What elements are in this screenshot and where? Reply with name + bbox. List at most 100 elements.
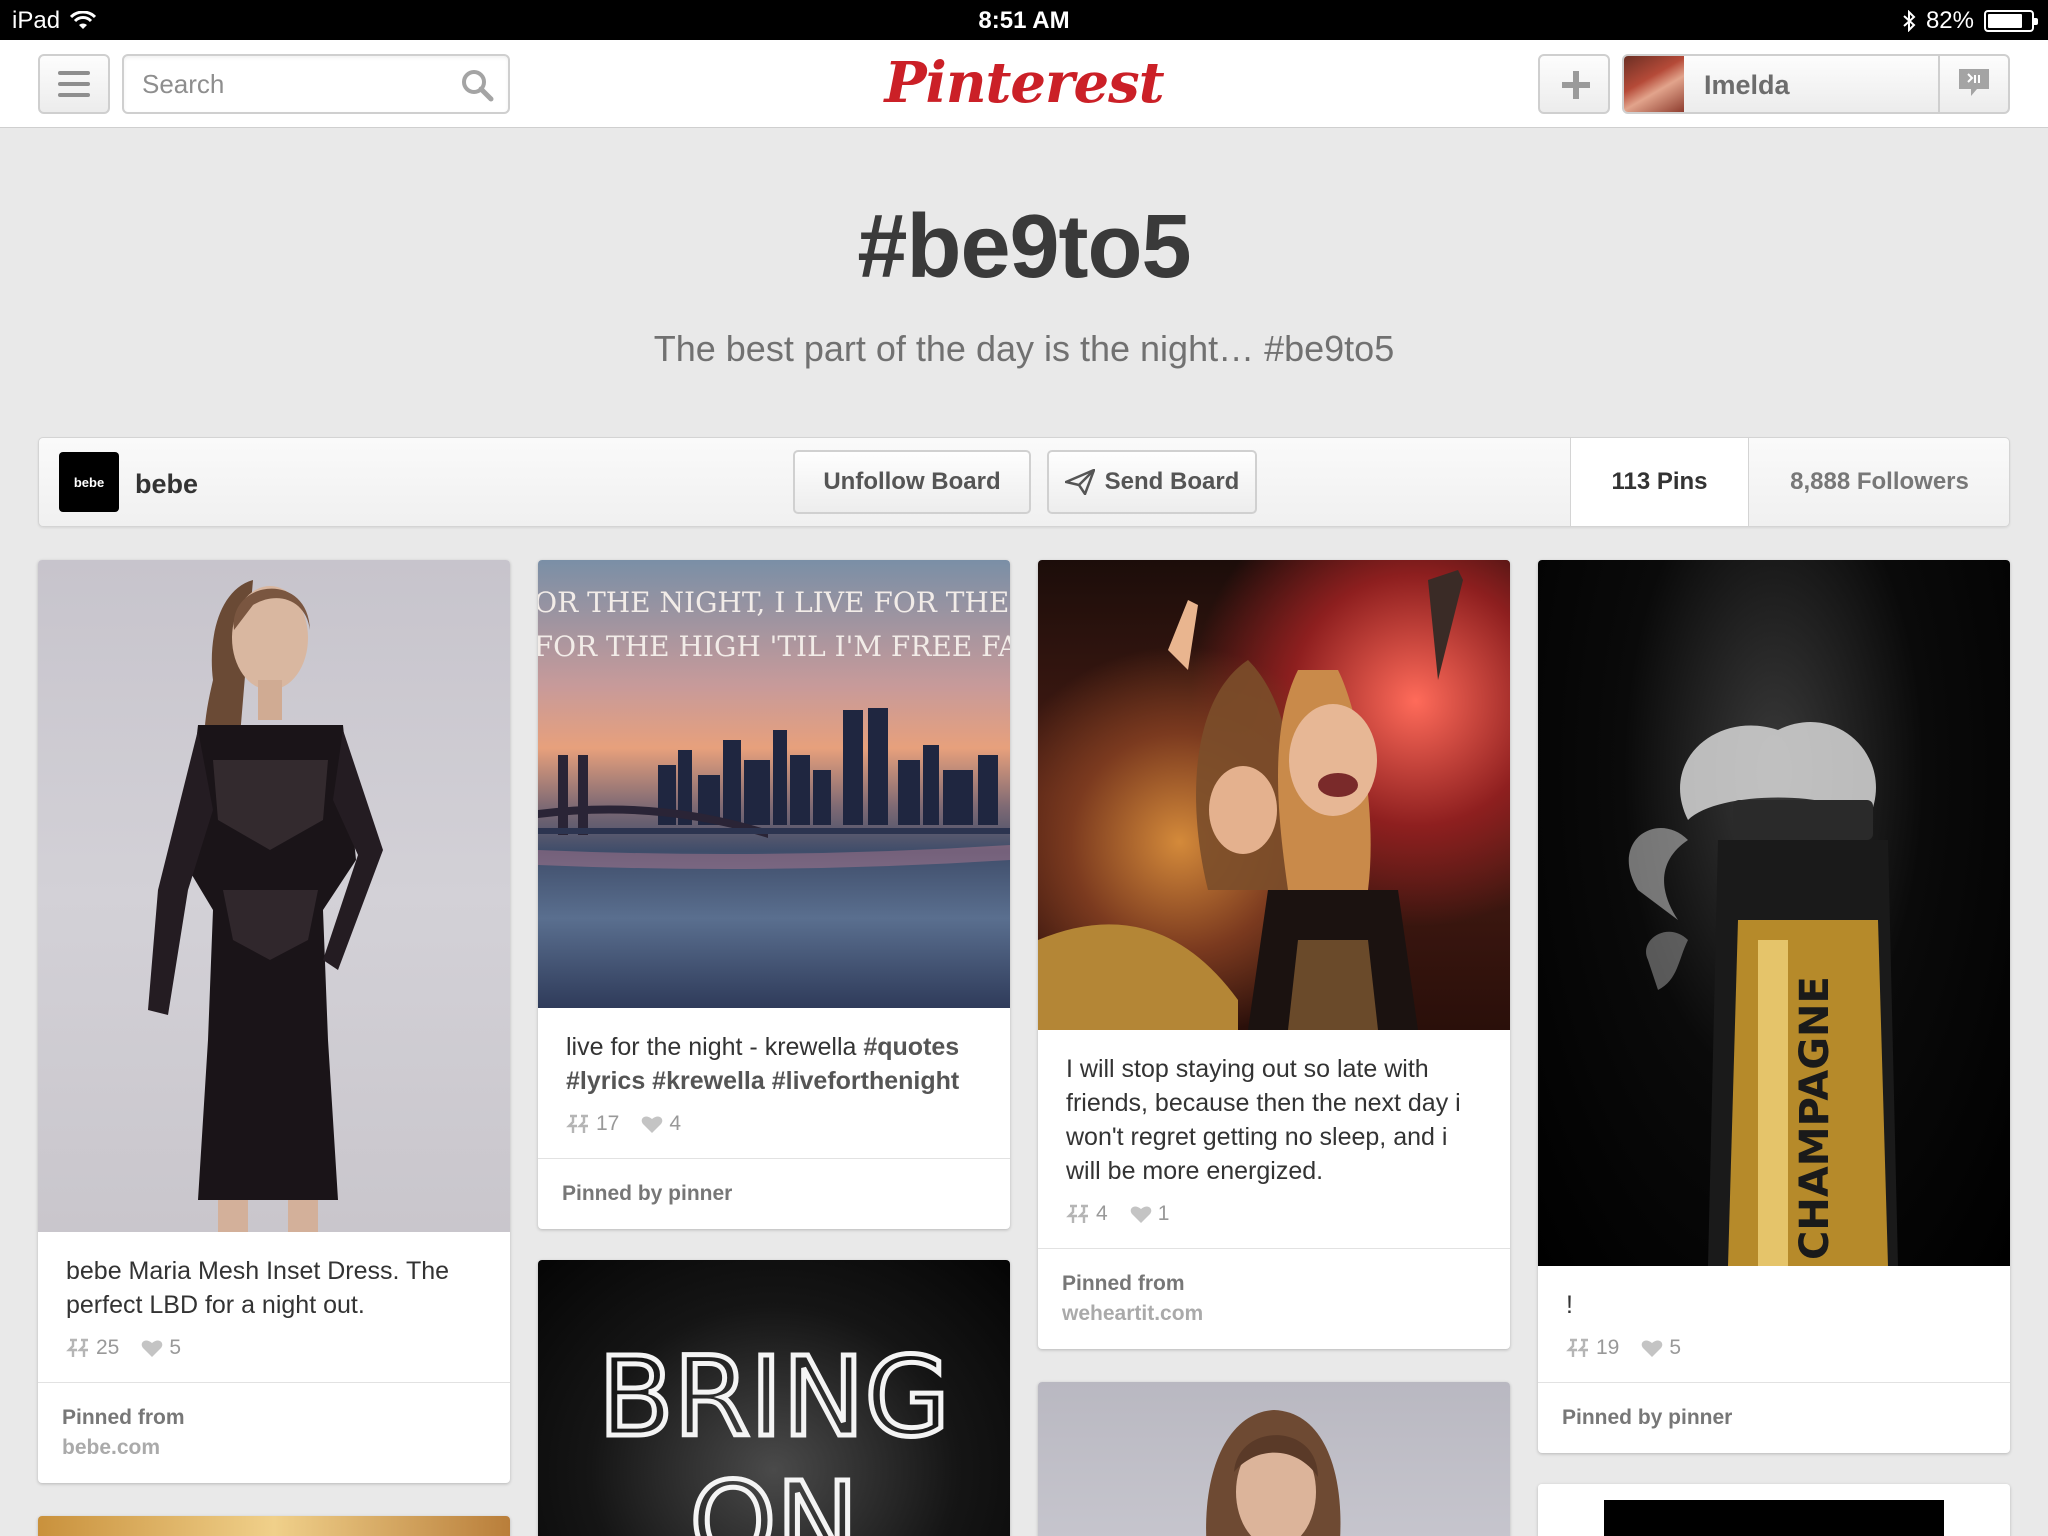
- owner-avatar[interactable]: bebe: [59, 452, 119, 512]
- repin-icon: [66, 1338, 88, 1357]
- heart-icon: [1642, 1340, 1663, 1357]
- repin-number: 19: [1596, 1336, 1620, 1359]
- repin-number: 25: [96, 1336, 120, 1359]
- pin-image[interactable]: [1538, 1484, 2010, 1536]
- pin-image[interactable]: BRING ON: [538, 1260, 1010, 1536]
- notifications-icon: [1959, 69, 1989, 96]
- pinned-from-label: Pinned from: [62, 1406, 185, 1429]
- pin-card[interactable]: I LIVE FOR THE NIGHT, I LIVE FOR THE LIG…: [538, 560, 1010, 1229]
- pin-image[interactable]: CHAMPAGNE: [1538, 560, 2010, 1266]
- pin-card[interactable]: I will stop staying out so late with fri…: [1038, 560, 1510, 1349]
- menu-icon-line: [58, 93, 90, 97]
- pin-image-dark: [1604, 1500, 1944, 1536]
- user-name: Imelda: [1704, 70, 1790, 100]
- pin-card[interactable]: [1538, 1484, 2010, 1536]
- pin-source[interactable]: weheartit.com: [1062, 1299, 1486, 1329]
- repin-icon: [566, 1114, 588, 1133]
- pin-stats: 17 4: [538, 1098, 1010, 1158]
- battery-icon: [1984, 10, 2038, 32]
- like-count: 4: [641, 1112, 681, 1136]
- pin-description-text: live for the night - krewella: [566, 1033, 857, 1061]
- pinterest-logo[interactable]: Pinterest: [884, 50, 1164, 116]
- repin-count: 4: [1066, 1202, 1108, 1226]
- bottle-label-text: CHAMPAGNE: [1792, 976, 1838, 1260]
- pin-card[interactable]: bebe Maria Mesh Inset Dress. The perfect…: [38, 560, 510, 1483]
- pinned-by-label: Pinned by pinner: [562, 1182, 733, 1205]
- pin-stats: 4 1: [1038, 1188, 1510, 1248]
- like-count: 1: [1130, 1202, 1170, 1226]
- status-bar: iPad 8:51 AM 82%: [0, 0, 2048, 40]
- neon-sign-illustration: BRING ON: [596, 1331, 953, 1536]
- repin-icon: [1566, 1338, 1588, 1357]
- like-number: 1: [1157, 1202, 1170, 1225]
- search-icon[interactable]: [460, 68, 494, 102]
- repin-number: 4: [1096, 1202, 1108, 1225]
- unfollow-board-button[interactable]: Unfollow Board: [793, 450, 1031, 514]
- like-count: 5: [141, 1336, 181, 1360]
- pinned-by-label: Pinned by pinner: [1562, 1406, 1733, 1429]
- unfollow-board-label: Unfollow Board: [823, 468, 1001, 495]
- pin-source[interactable]: bebe.com: [62, 1433, 486, 1463]
- pin-image[interactable]: [38, 560, 510, 1232]
- like-number: 4: [669, 1112, 682, 1135]
- neon-text-line1: BRING: [598, 1333, 950, 1461]
- pin-footer[interactable]: Pinned from bebe.com: [38, 1382, 510, 1483]
- pin-description: I will stop staying out so late with fri…: [1066, 1055, 1461, 1185]
- repin-count: 25: [66, 1336, 119, 1360]
- bluetooth-icon: [1903, 10, 1916, 32]
- menu-icon-line: [58, 82, 90, 86]
- repin-count: 17: [566, 1112, 619, 1136]
- party-photo-illustration: [1038, 570, 1463, 1030]
- city-skyline-illustration: I LIVE FOR THE NIGHT, I LIVE FOR THE LIG…: [538, 586, 1010, 869]
- owner-name[interactable]: bebe: [135, 469, 198, 500]
- notifications-button[interactable]: [1938, 56, 2008, 112]
- like-count: 5: [1641, 1336, 1681, 1360]
- send-board-button[interactable]: Send Board: [1047, 450, 1257, 514]
- pin-image[interactable]: [1038, 560, 1510, 1030]
- heart-icon: [642, 1116, 663, 1133]
- avatar: [1624, 56, 1684, 112]
- pin-description: bebe Maria Mesh Inset Dress. The perfect…: [66, 1257, 450, 1319]
- pin-card[interactable]: [1038, 1382, 1510, 1536]
- pins-count[interactable]: 113 Pins: [1570, 438, 1748, 526]
- pin-stats: 25 5: [38, 1322, 510, 1382]
- board-title: #be9to5: [857, 197, 1191, 297]
- send-board-label: Send Board: [1104, 468, 1240, 495]
- pin-card[interactable]: [38, 1516, 510, 1536]
- pin-footer[interactable]: Pinned by pinner: [1538, 1382, 2010, 1453]
- search-box: [122, 54, 510, 114]
- portrait-illustration: [1206, 1410, 1341, 1536]
- pin-description: live for the night - krewella #quotes #l…: [538, 1008, 1010, 1098]
- pinned-from-label: Pinned from: [1062, 1272, 1185, 1295]
- repin-icon: [1066, 1204, 1088, 1223]
- pin-card[interactable]: BRING ON: [538, 1260, 1010, 1536]
- search-input[interactable]: [124, 56, 424, 112]
- image-quote-line2: I LIVE FOR THE HIGH 'TIL I'M FREE FALLIN…: [538, 630, 1010, 663]
- pin-description: !: [1566, 1291, 1573, 1319]
- dress-illustration: [148, 580, 383, 1232]
- neon-text-line2: ON: [690, 1458, 859, 1536]
- heart-icon: [1130, 1206, 1151, 1223]
- pin-card[interactable]: CHAMPAGNE ! 19 5 Pinned by pinner: [1538, 560, 2010, 1453]
- pin-footer[interactable]: Pinned from weheartit.com: [1038, 1248, 1510, 1349]
- menu-icon-line: [58, 71, 90, 75]
- champagne-illustration: CHAMPAGNE: [1628, 722, 1898, 1266]
- board-description: The best part of the day is the night… #…: [653, 328, 1395, 369]
- pin-stats: 19 5: [1538, 1322, 2010, 1382]
- menu-button[interactable]: [38, 54, 110, 114]
- followers-count[interactable]: 8,888 Followers: [1748, 438, 2010, 526]
- user-menu-button[interactable]: Imelda: [1622, 54, 2010, 114]
- board-info-bar: bebe bebe Unfollow Board Send Board 113 …: [38, 437, 2010, 527]
- repin-count: 19: [1566, 1336, 1619, 1360]
- pin-image[interactable]: [1038, 1382, 1510, 1536]
- pin-image[interactable]: I LIVE FOR THE NIGHT, I LIVE FOR THE LIG…: [538, 560, 1010, 1008]
- like-number: 5: [1669, 1336, 1682, 1359]
- clock: 8:51 AM: [978, 7, 1070, 34]
- repin-number: 17: [596, 1112, 620, 1135]
- add-pin-button[interactable]: [1538, 54, 1610, 114]
- battery-fill: [1988, 14, 2022, 28]
- paper-plane-icon: [1064, 469, 1095, 495]
- pin-footer[interactable]: Pinned by pinner: [538, 1158, 1010, 1229]
- top-nav: Pinterest Imelda: [0, 40, 2048, 128]
- heart-icon: [142, 1340, 163, 1357]
